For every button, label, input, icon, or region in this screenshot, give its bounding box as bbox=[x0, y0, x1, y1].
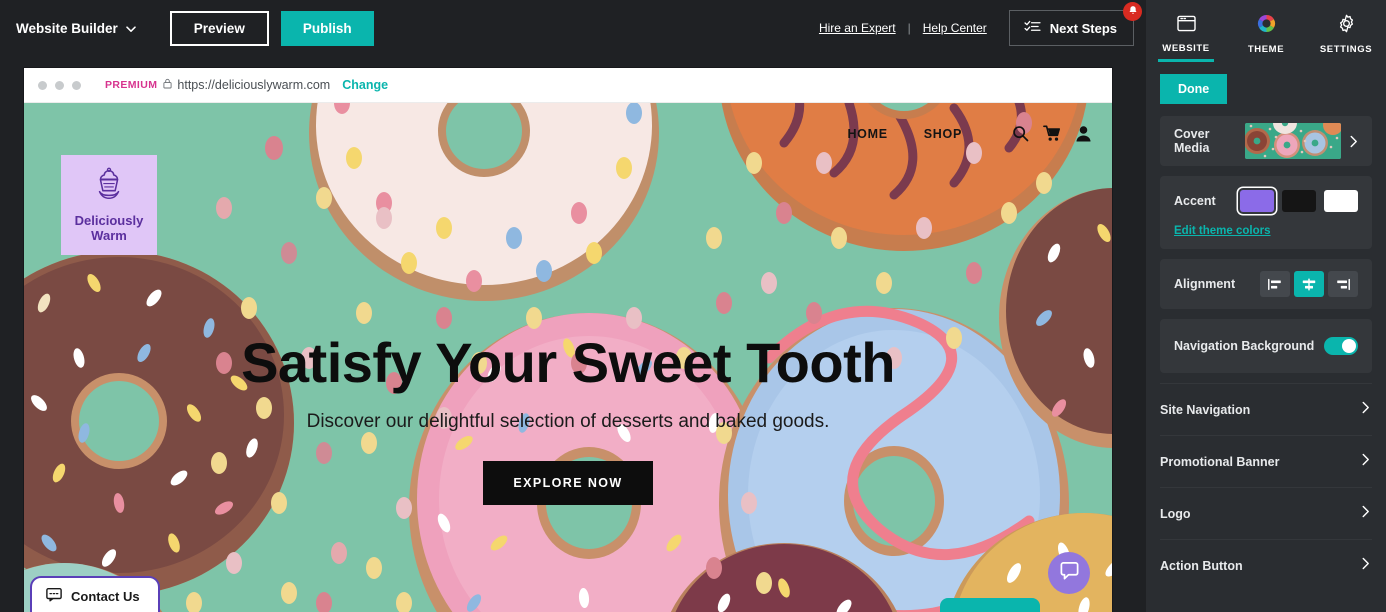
logo-line-2: Warm bbox=[91, 227, 127, 243]
align-center-icon[interactable] bbox=[1294, 271, 1324, 297]
nav-link-home[interactable]: HOME bbox=[847, 127, 887, 141]
edit-theme-colors-link[interactable]: Edit theme colors bbox=[1174, 225, 1271, 237]
window-icon bbox=[1176, 15, 1196, 37]
panel-done-row: Done bbox=[1146, 62, 1386, 116]
hero-subheadline: Discover our delightful selection of des… bbox=[306, 411, 830, 432]
cover-media-card[interactable]: Cover Media bbox=[1160, 116, 1372, 166]
preview-button[interactable]: Preview bbox=[169, 10, 269, 46]
row-action-button[interactable]: Action Button bbox=[1160, 539, 1372, 591]
row-logo-label: Logo bbox=[1160, 506, 1191, 521]
search-icon[interactable] bbox=[1012, 125, 1029, 142]
window-dot bbox=[72, 80, 81, 90]
color-wheel-icon bbox=[1257, 14, 1276, 38]
window-dot bbox=[38, 80, 47, 90]
bell-icon bbox=[1128, 4, 1138, 19]
navigation-background-card: Navigation Background bbox=[1160, 319, 1372, 373]
checklist-icon bbox=[1024, 20, 1041, 36]
toggle-knob bbox=[1342, 339, 1356, 353]
row-site-navigation-label: Site Navigation bbox=[1160, 402, 1251, 417]
website-builder-app: Website Builder Preview Publish Hire an … bbox=[0, 0, 1386, 612]
logo-line-1: Deliciously bbox=[74, 212, 144, 228]
toolbar-separator: | bbox=[907, 21, 911, 35]
tab-settings[interactable]: SETTINGS bbox=[1306, 0, 1386, 62]
gear-icon bbox=[1337, 14, 1356, 38]
chevron-right-icon bbox=[1361, 557, 1370, 575]
url-text: https://deliciouslywarm.com bbox=[177, 78, 331, 92]
tab-website[interactable]: WEBSITE bbox=[1146, 0, 1226, 62]
tab-theme[interactable]: THEME bbox=[1226, 0, 1306, 62]
alignment-label: Alignment bbox=[1174, 277, 1236, 291]
row-action-button-label: Action Button bbox=[1160, 558, 1243, 573]
editor-panel: WEBSITE THEME SETTINGS Done Cover Media … bbox=[1146, 0, 1386, 612]
product-menu[interactable]: Website Builder bbox=[10, 17, 142, 40]
hero-headline: Satisfy Your Sweet Tooth bbox=[241, 331, 895, 394]
navigation-background-label: Navigation Background bbox=[1174, 339, 1315, 353]
chevron-right-icon bbox=[1361, 453, 1370, 471]
alignment-card: Alignment bbox=[1160, 259, 1372, 309]
explore-now-button[interactable]: EXPLORE NOW bbox=[483, 461, 653, 505]
accent-card: Accent Edit theme colors bbox=[1160, 176, 1372, 249]
accent-label: Accent bbox=[1174, 194, 1216, 208]
lock-icon bbox=[163, 76, 172, 94]
row-site-navigation[interactable]: Site Navigation bbox=[1160, 383, 1372, 435]
tab-settings-label: SETTINGS bbox=[1319, 43, 1373, 55]
accent-row: Accent bbox=[1174, 190, 1358, 212]
publish-button[interactable]: Publish bbox=[280, 10, 374, 46]
cover-media-label: Cover Media bbox=[1174, 127, 1210, 155]
next-steps-button[interactable]: Next Steps bbox=[1008, 2, 1142, 46]
change-url-link[interactable]: Change bbox=[342, 78, 388, 92]
site-logo[interactable]: Deliciously Warm bbox=[61, 155, 157, 255]
window-dot bbox=[55, 80, 64, 90]
preview-accent-pill bbox=[940, 598, 1040, 612]
cupcake-croissant-icon bbox=[90, 167, 128, 208]
accent-swatch-white[interactable] bbox=[1324, 190, 1358, 212]
tab-theme-label: THEME bbox=[1247, 43, 1285, 55]
panel-tab-bar: WEBSITE THEME SETTINGS bbox=[1146, 0, 1386, 62]
next-steps-label: Next Steps bbox=[1049, 20, 1117, 36]
site-preview-frame: PREMIUM https://deliciouslywarm.com Chan… bbox=[24, 68, 1112, 612]
premium-badge: PREMIUM bbox=[105, 79, 158, 91]
align-right-icon[interactable] bbox=[1328, 271, 1358, 297]
cover-media-thumbnail-image bbox=[1245, 123, 1341, 159]
chat-bubble-button[interactable] bbox=[1048, 552, 1090, 594]
notification-badge bbox=[1123, 2, 1142, 21]
hero-section: Deliciously Warm HOME SHOP Satisfy Your … bbox=[24, 103, 1112, 612]
panel-content: Cover Media Accent Edit theme colors Ali… bbox=[1146, 116, 1386, 612]
accent-swatches bbox=[1240, 190, 1358, 212]
product-name-label: Website Builder bbox=[16, 20, 118, 36]
row-promotional-banner-label: Promotional Banner bbox=[1160, 454, 1280, 469]
tab-website-label: WEBSITE bbox=[1162, 42, 1210, 54]
contact-us-widget[interactable]: Contact Us bbox=[32, 578, 158, 612]
accent-swatch-black[interactable] bbox=[1282, 190, 1316, 212]
account-icon[interactable] bbox=[1075, 125, 1092, 142]
hire-an-expert-link[interactable]: Hire an Expert bbox=[811, 21, 904, 35]
top-toolbar: Website Builder Preview Publish Hire an … bbox=[0, 0, 1146, 56]
accent-swatch-purple[interactable] bbox=[1240, 190, 1274, 212]
row-promotional-banner[interactable]: Promotional Banner bbox=[1160, 435, 1372, 487]
chevron-down-icon bbox=[125, 23, 136, 34]
contact-us-label: Contact Us bbox=[71, 588, 140, 604]
hero-content: Satisfy Your Sweet Tooth Discover our de… bbox=[24, 335, 1112, 505]
align-left-icon[interactable] bbox=[1260, 271, 1290, 297]
row-logo[interactable]: Logo bbox=[1160, 487, 1372, 539]
chevron-right-icon bbox=[1349, 135, 1358, 148]
site-logo-text: Deliciously Warm bbox=[74, 212, 144, 244]
chat-bubble-icon bbox=[1059, 560, 1080, 586]
alignment-options bbox=[1260, 271, 1358, 297]
main-area: Website Builder Preview Publish Hire an … bbox=[0, 0, 1146, 612]
chat-box-icon bbox=[46, 587, 62, 605]
site-navigation: HOME SHOP bbox=[847, 125, 1092, 142]
cart-icon[interactable] bbox=[1043, 125, 1061, 142]
chevron-right-icon bbox=[1361, 505, 1370, 523]
browser-chrome-bar: PREMIUM https://deliciouslywarm.com Chan… bbox=[24, 68, 1112, 103]
help-center-link[interactable]: Help Center bbox=[915, 21, 995, 35]
done-button[interactable]: Done bbox=[1160, 74, 1228, 104]
panel-section-list: Site Navigation Promotional Banner Logo bbox=[1160, 383, 1372, 591]
chevron-right-icon bbox=[1361, 401, 1370, 419]
window-dots bbox=[38, 80, 81, 90]
nav-link-shop[interactable]: SHOP bbox=[924, 127, 962, 141]
navigation-background-toggle[interactable] bbox=[1324, 337, 1358, 355]
top-toolbar-right: Hire an Expert | Help Center Next Steps bbox=[811, 2, 1142, 46]
cover-media-thumbnail[interactable] bbox=[1245, 123, 1341, 159]
